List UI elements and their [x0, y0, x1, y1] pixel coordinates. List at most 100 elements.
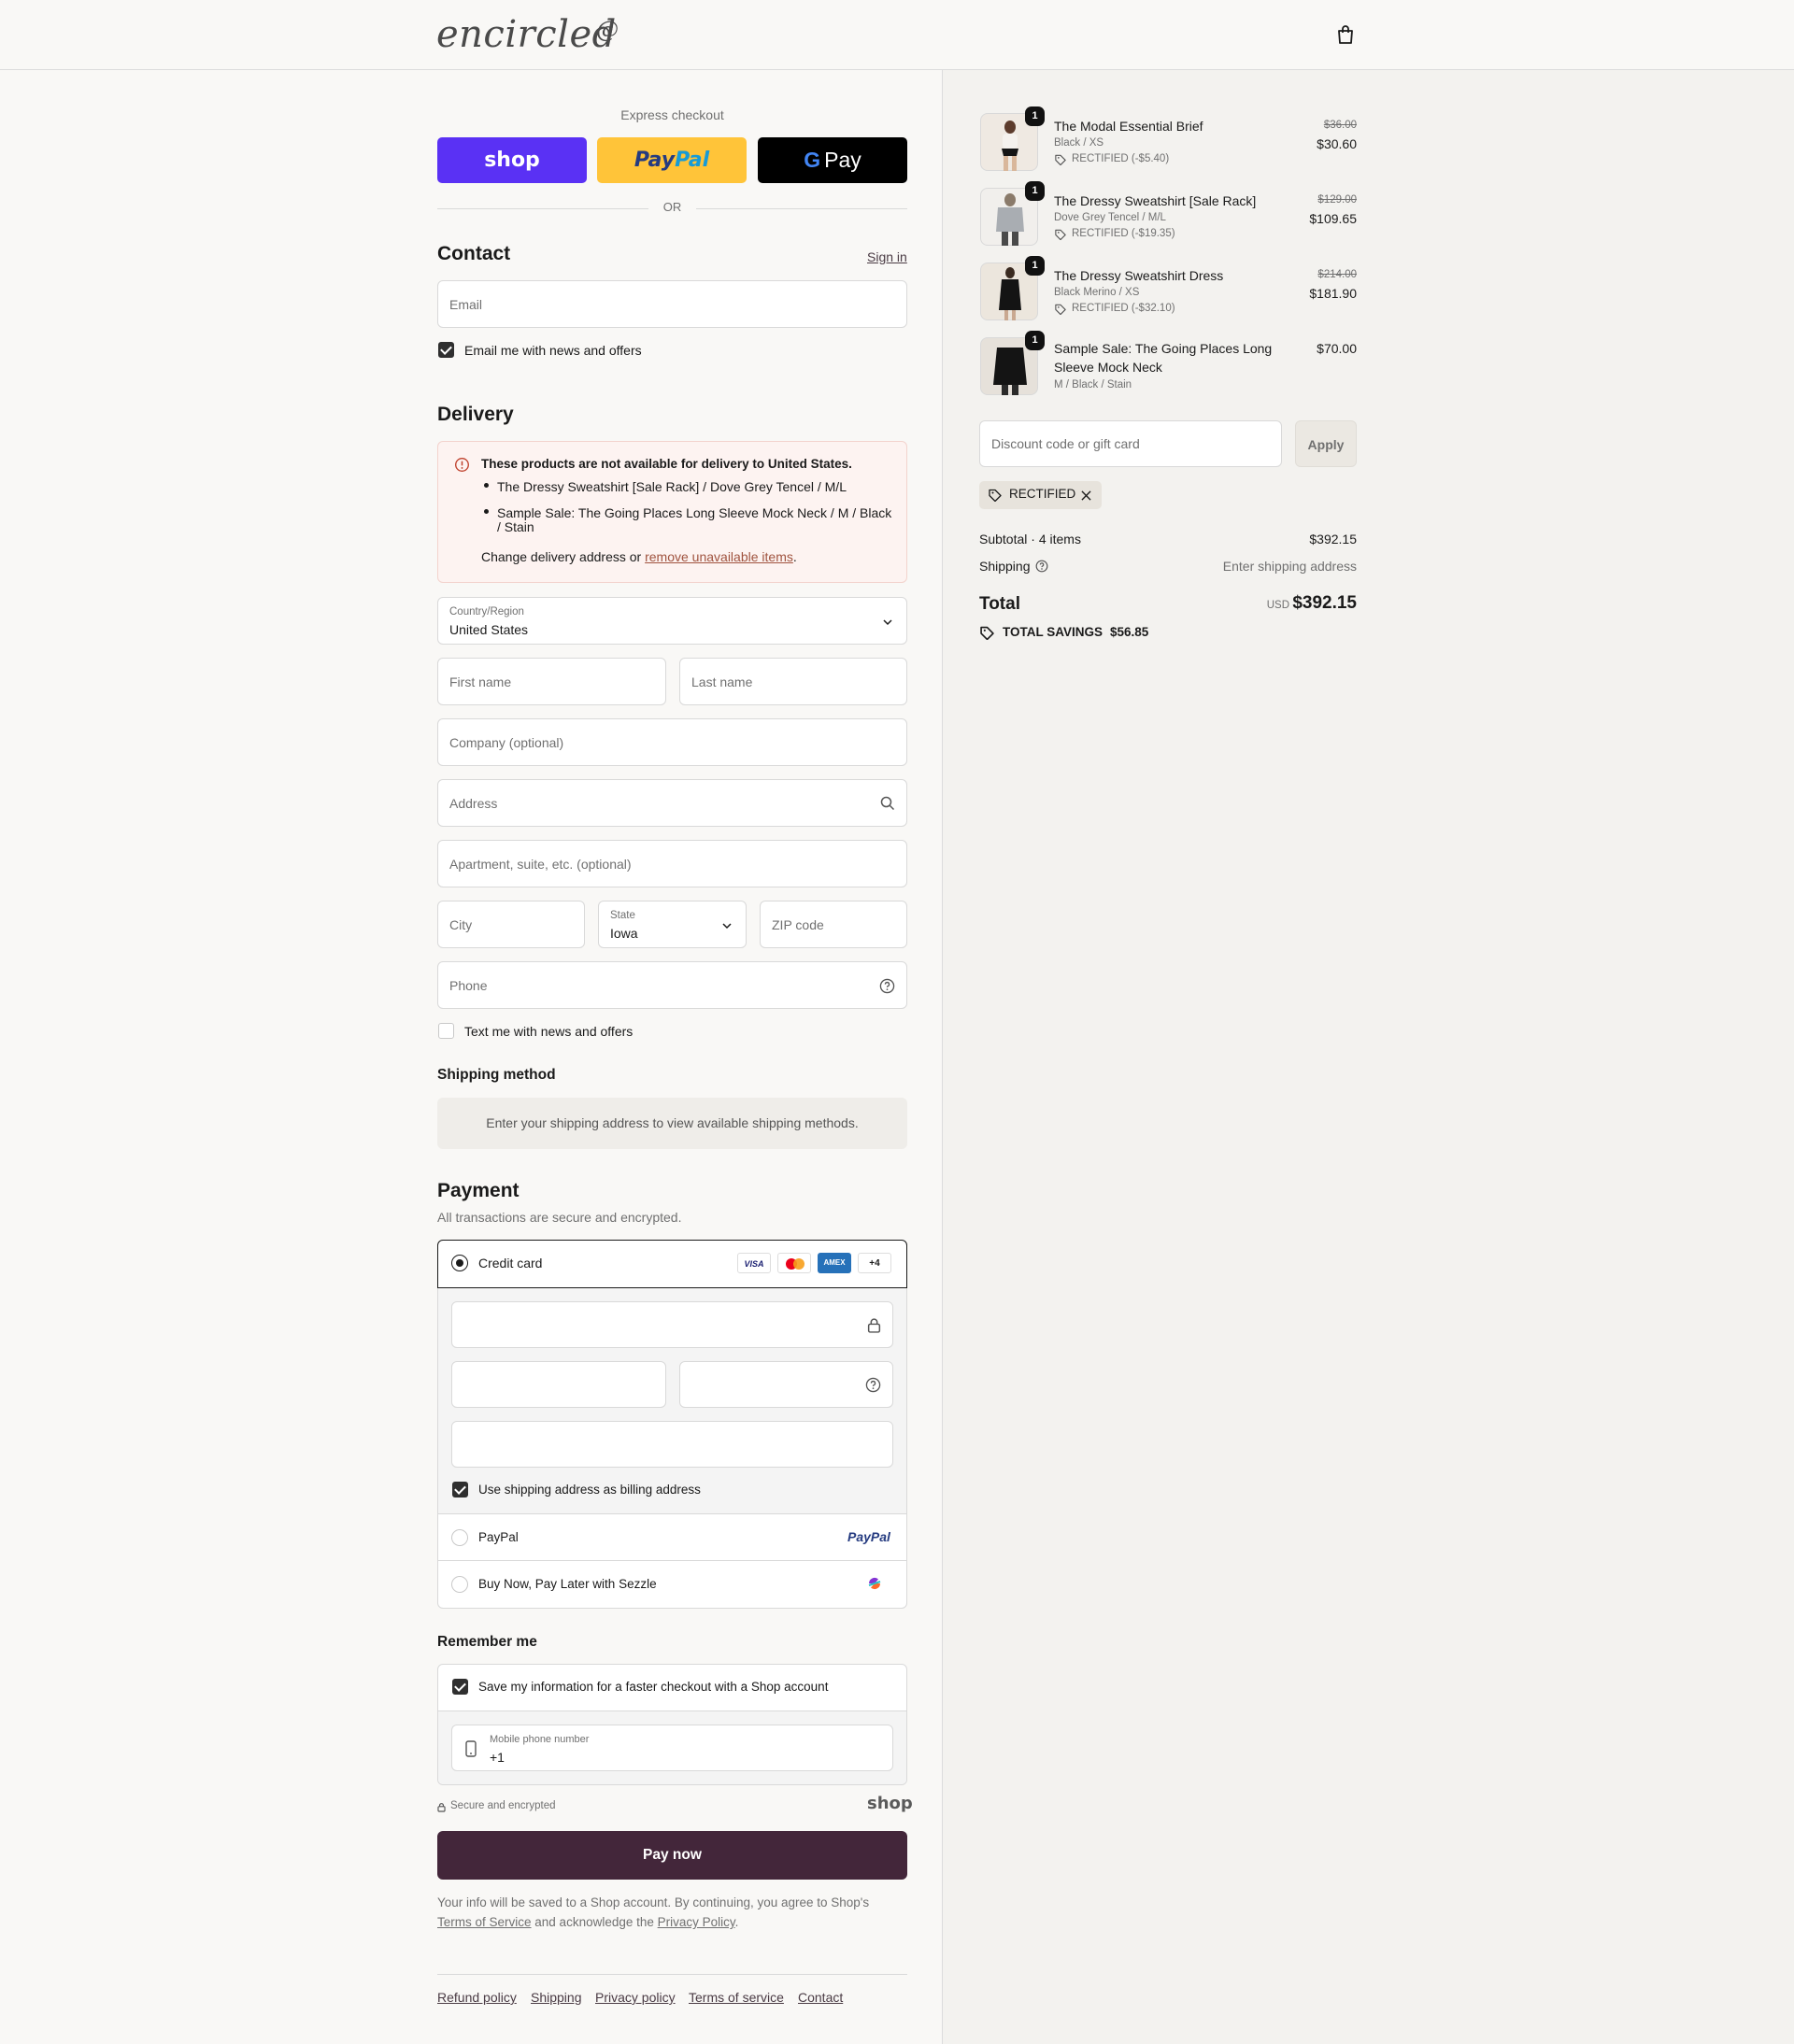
save-info-checkbox[interactable] [452, 1679, 468, 1695]
alert-title: These products are not available for del… [481, 457, 852, 471]
email-news-label: Email me with news and offers [464, 343, 642, 358]
product-variant: Dove Grey Tencel / M/L [1054, 212, 1166, 223]
discount-code-field[interactable]: Discount code or gift card [979, 420, 1282, 467]
apply-button[interactable]: Apply [1295, 420, 1357, 467]
privacy-policy-link[interactable]: Privacy Policy [658, 1915, 735, 1929]
first-name-field[interactable]: First name [437, 658, 666, 705]
country-label: Country/Region [449, 606, 524, 617]
product-old-price: $129.00 [1317, 194, 1357, 206]
quantity-badge: 1 [1025, 331, 1045, 350]
last-name-field[interactable]: Last name [679, 658, 907, 705]
product-variant: M / Black / Stain [1054, 379, 1132, 390]
contact-title: Contact [437, 243, 511, 264]
alert-item-continued: / Stain [497, 519, 534, 534]
delivery-title: Delivery [437, 404, 514, 425]
amex-icon: AMEX [818, 1253, 851, 1273]
company-field[interactable]: Company (optional) [437, 718, 907, 766]
card-expiry-field[interactable] [451, 1361, 666, 1408]
remove-unavailable-link[interactable]: remove unavailable items [645, 549, 793, 564]
email-news-checkbox[interactable] [438, 342, 454, 358]
paypal-label-pal: Pal [675, 149, 710, 172]
logo[interactable]: encircled [436, 13, 617, 56]
footer-terms-link[interactable]: Terms of service [689, 1990, 784, 2005]
shipping-method-title: Shipping method [437, 1067, 556, 1083]
apartment-field[interactable]: Apartment, suite, etc. (optional) [437, 840, 907, 887]
help-icon[interactable] [879, 978, 895, 994]
product-name: The Dressy Sweatshirt Dress [1054, 268, 1224, 283]
footer-contact-link[interactable]: Contact [798, 1990, 843, 2005]
sign-in-link[interactable]: Sign in [867, 249, 907, 264]
close-icon[interactable] [1081, 490, 1091, 501]
product-thumbnail: 1 [980, 256, 1045, 320]
logo-mark: @ [596, 17, 619, 43]
footer-privacy-link[interactable]: Privacy policy [595, 1990, 676, 2005]
subtotal-label: Subtotal · 4 items [979, 532, 1081, 546]
credit-card-radio[interactable] [451, 1255, 468, 1271]
pay-now-button[interactable]: Pay now [437, 1831, 907, 1880]
phone-placeholder: Phone [449, 977, 488, 993]
product-name: Sample Sale: The Going Places Long [1054, 341, 1273, 356]
bag-icon[interactable] [1334, 23, 1357, 46]
phone-icon [465, 1740, 477, 1757]
country-value: United States [449, 622, 529, 637]
help-icon[interactable] [1035, 560, 1048, 573]
paypal-label: PayPal [478, 1530, 519, 1544]
shop-pay-button[interactable]: shop [437, 137, 587, 183]
shipping-label: Shipping [979, 559, 1031, 574]
total-savings: TOTAL SAVINGS $56.85 [1003, 625, 1148, 639]
mastercard-icon [777, 1253, 811, 1273]
card-number-field[interactable] [451, 1301, 893, 1348]
legal-text-2: Terms of Service and acknowledge the Pri… [437, 1915, 738, 1929]
legal-text: Your info will be saved to a Shop accoun… [437, 1895, 870, 1909]
discount-placeholder: Discount code or gift card [991, 436, 1140, 451]
shipping-method-message: Enter your shipping address to view avai… [437, 1098, 907, 1149]
payment-subtitle: All transactions are secure and encrypte… [437, 1210, 682, 1225]
tag-icon [989, 489, 1002, 502]
product-thumbnail: 1 [980, 331, 1045, 395]
shop-pay-label: shop [484, 149, 540, 172]
footer-shipping-link[interactable]: Shipping [531, 1990, 582, 2005]
state-value: Iowa [610, 926, 638, 941]
product-name-continued: Sleeve Mock Neck [1054, 360, 1162, 375]
product-discount: RECTIFIED (-$19.35) [1072, 228, 1175, 239]
alert-item: The Dressy Sweatshirt [Sale Rack] / Dove… [497, 479, 847, 494]
mobile-phone-field[interactable]: Mobile phone number +1 [451, 1725, 893, 1771]
product-price: $109.65 [1309, 211, 1357, 226]
payment-title: Payment [437, 1180, 520, 1201]
last-name-placeholder: Last name [691, 674, 753, 689]
card-name-field[interactable] [451, 1421, 893, 1468]
alert-footer-text: Change delivery address or [481, 549, 646, 564]
product-name: The Modal Essential Brief [1054, 119, 1203, 134]
email-field[interactable]: Email [437, 280, 907, 328]
help-icon[interactable] [865, 1377, 881, 1393]
sezzle-radio[interactable] [451, 1576, 468, 1593]
footer-refund-link[interactable]: Refund policy [437, 1990, 517, 2005]
shipping-value: Enter shipping address [1222, 559, 1357, 574]
product-variant: Black / XS [1054, 137, 1104, 149]
alert-icon [455, 458, 469, 472]
terms-of-service-link[interactable]: Terms of Service [437, 1915, 532, 1929]
paypal-radio[interactable] [451, 1529, 468, 1546]
alert-item: Sample Sale: The Going Places Long Sleev… [497, 505, 892, 520]
address-field[interactable]: Address [437, 779, 907, 827]
credit-card-label: Credit card [478, 1256, 543, 1270]
sezzle-label: Buy Now, Pay Later with Sezzle [478, 1577, 657, 1591]
panel-divider [942, 70, 943, 2044]
chevron-down-icon [722, 923, 732, 930]
paypal-logo: PayPal [847, 1529, 890, 1544]
billing-checkbox[interactable] [452, 1482, 468, 1498]
paypal-label-pay: Pay [634, 149, 676, 172]
text-news-checkbox[interactable] [438, 1023, 454, 1039]
phone-field[interactable]: Phone [437, 961, 907, 1009]
google-pay-button[interactable]: G Pay [758, 137, 907, 183]
card-cvv-field[interactable] [679, 1361, 893, 1408]
apartment-placeholder: Apartment, suite, etc. (optional) [449, 856, 632, 872]
city-placeholder: City [449, 916, 473, 932]
paypal-express-button[interactable]: PayPal [597, 137, 747, 183]
state-select[interactable]: State Iowa [598, 901, 747, 948]
zip-field[interactable]: ZIP code [760, 901, 907, 948]
more-cards-badge: +4 [858, 1253, 891, 1273]
city-field[interactable]: City [437, 901, 585, 948]
country-select[interactable]: Country/Region United States [437, 597, 907, 645]
product-thumbnail: 1 [980, 181, 1045, 246]
